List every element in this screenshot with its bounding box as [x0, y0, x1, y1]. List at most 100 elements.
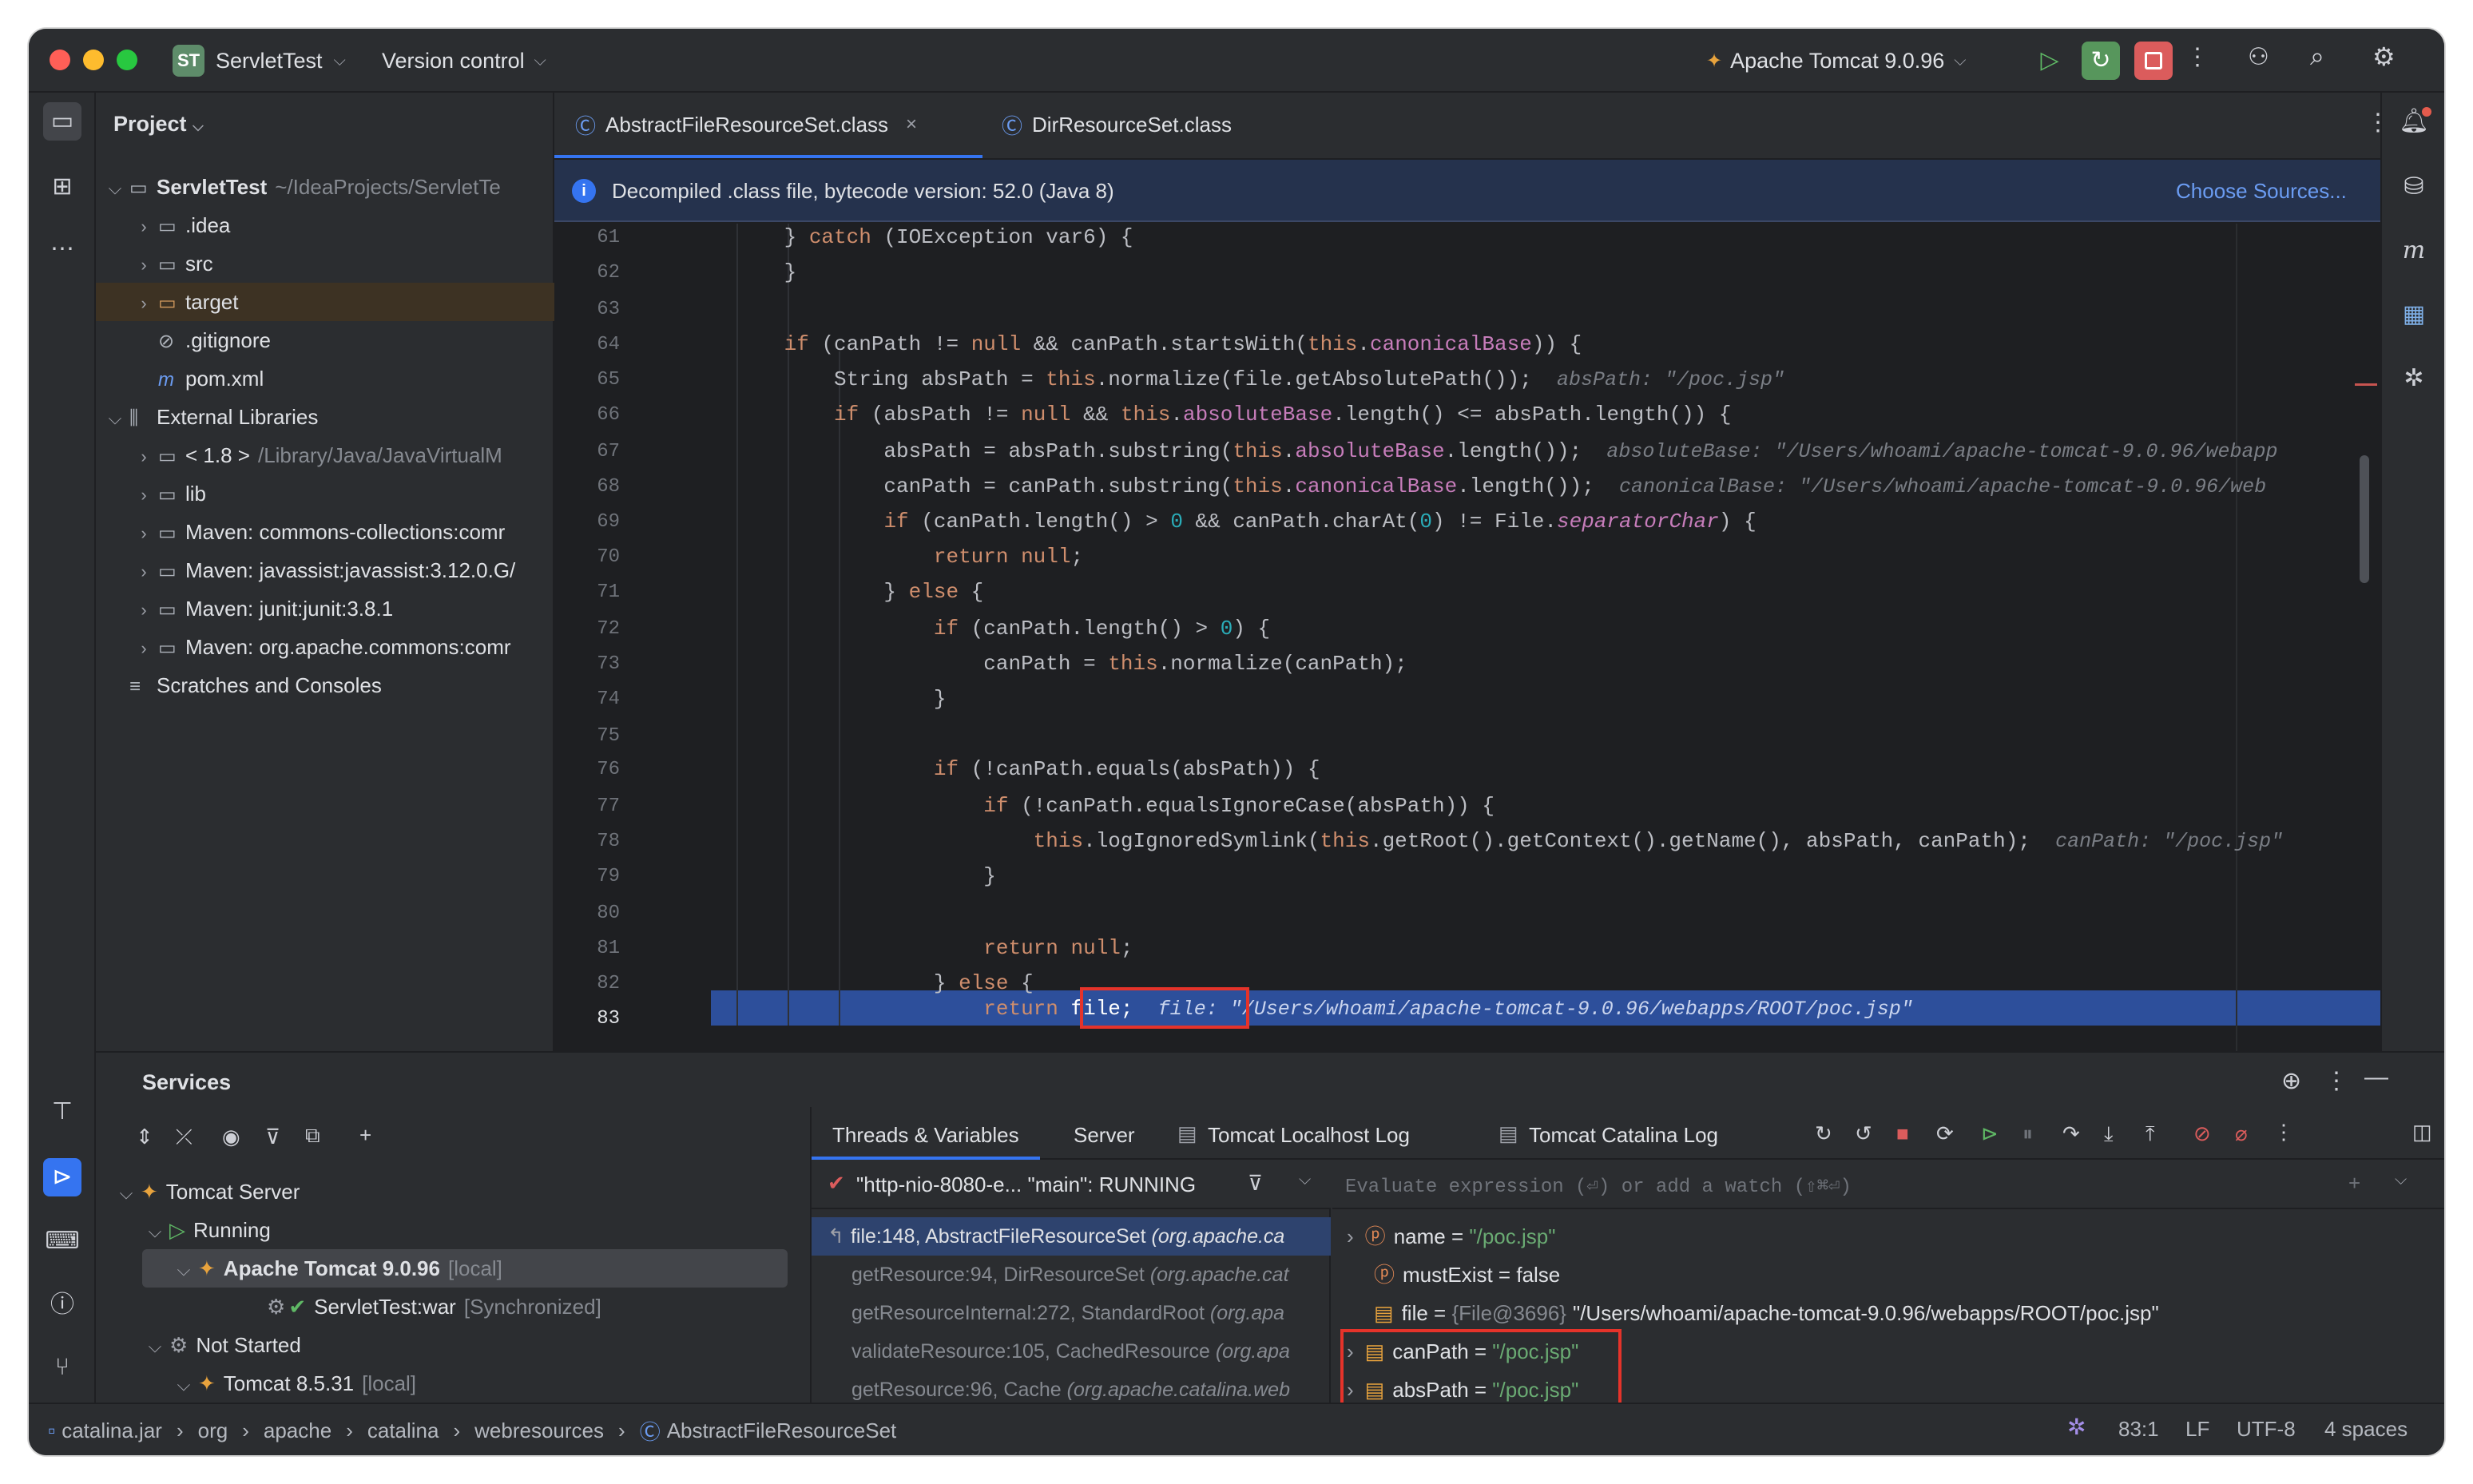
- frame-item[interactable]: validateResource:105, CachedResource (or…: [812, 1332, 1331, 1371]
- frame-item[interactable]: getResourceInternal:272, StandardRoot (o…: [812, 1294, 1331, 1332]
- line-separator[interactable]: LF: [2185, 1417, 2209, 1442]
- filter-icon[interactable]: ⊽: [265, 1125, 280, 1149]
- maven-icon[interactable]: m: [2395, 232, 2433, 270]
- tree-item-artifact[interactable]: ⚙ ✔ ServletTest:war [Synchronized]: [267, 1288, 601, 1326]
- tree-item-gitignore[interactable]: ⊘ .gitignore: [96, 321, 554, 359]
- terminal-icon[interactable]: ⌨: [43, 1222, 81, 1260]
- tab-localhost-log[interactable]: Tomcat Localhost Log: [1208, 1123, 1410, 1148]
- tree-item-tomcat-server[interactable]: ⌵ ✦ Tomcat Server: [112, 1173, 300, 1211]
- evaluate-expression-field[interactable]: Evaluate expression (⏎) or add a watch (…: [1332, 1160, 2444, 1209]
- step-into-icon[interactable]: ⤓: [2104, 1121, 2114, 1147]
- vcs-menu[interactable]: Version control ⌵: [382, 45, 546, 77]
- tree-item-maven-lib[interactable]: › ▭ Maven: junit:junit:3.8.1: [96, 589, 554, 628]
- breadcrumb-item[interactable]: org: [198, 1419, 228, 1443]
- breadcrumb-item[interactable]: webresources: [474, 1419, 604, 1443]
- filter-icon[interactable]: ⊽: [1248, 1171, 1263, 1196]
- minimize-panel-icon[interactable]: —: [2364, 1064, 2388, 1091]
- step-over-icon[interactable]: ↷: [2062, 1121, 2080, 1146]
- project-panel-title[interactable]: Project ⌵: [113, 112, 204, 137]
- tree-item-idea[interactable]: › ▭ .idea: [96, 206, 554, 244]
- more-tools-icon[interactable]: ⋯: [43, 230, 81, 268]
- tree-item-servlettest[interactable]: ⌵ ▭ ServletTest ~/IdeaProjects/ServletTe: [96, 168, 554, 206]
- pause-icon[interactable]: ⏸︎: [2022, 1121, 2033, 1147]
- problems-icon[interactable]: ⓘ: [43, 1286, 81, 1324]
- expand-all-icon[interactable]: ⇕: [136, 1125, 153, 1149]
- tree-item-apache-tomcat[interactable]: ⌵ ✦ Apache Tomcat 9.0.96 [local]: [169, 1249, 502, 1288]
- tree-item-tomcat-8[interactable]: ⌵ ✦ Tomcat 8.5.31 [local]: [169, 1364, 416, 1403]
- structure-icon[interactable]: ⊞: [43, 168, 81, 206]
- editor-scrollbar[interactable]: [2360, 455, 2369, 583]
- stop-button[interactable]: [2134, 42, 2173, 80]
- maximize-window-button[interactable]: [117, 50, 137, 70]
- caret-position[interactable]: 83:1: [2118, 1417, 2159, 1442]
- close-tab-icon[interactable]: ×: [906, 113, 917, 136]
- stop-icon[interactable]: ■: [1896, 1121, 1909, 1146]
- eye-icon[interactable]: ◉: [222, 1125, 240, 1149]
- run-button[interactable]: ▷: [2032, 43, 2067, 78]
- minimize-window-button[interactable]: [83, 50, 104, 70]
- options-icon[interactable]: ⋮: [2324, 1067, 2348, 1095]
- tab-threads-variables[interactable]: Threads & Variables: [832, 1123, 1019, 1148]
- tab-abstractfileresourceset[interactable]: Ⓒ AbstractFileResourceSet.class ×: [575, 93, 917, 157]
- frame-item-selected[interactable]: ↰ file:148, AbstractFileResourceSet (org.…: [812, 1217, 1331, 1256]
- breadcrumb-item[interactable]: catalina: [367, 1419, 439, 1443]
- project-switcher[interactable]: ST ServletTest ⌵: [173, 45, 346, 77]
- tree-item-target[interactable]: › ▭ target: [96, 283, 554, 321]
- ai-status-icon[interactable]: ✲: [2067, 1414, 2086, 1440]
- tree-item-not-started[interactable]: ⌵ ⚙ Not Started: [141, 1326, 301, 1364]
- indent-setting[interactable]: 4 spaces: [2324, 1417, 2408, 1442]
- resume-icon[interactable]: ⊳: [1981, 1121, 1999, 1146]
- tree-item-maven-lib[interactable]: › ▭ Maven: org.apache.commons:comr: [96, 628, 554, 666]
- add-service-icon[interactable]: +: [359, 1123, 371, 1148]
- rerun-icon[interactable]: ↻: [1815, 1121, 1832, 1146]
- database-icon[interactable]: ⛁: [2395, 168, 2433, 206]
- add-user-icon[interactable]: ⚇: [2248, 43, 2269, 71]
- restart-icon[interactable]: ⟳: [1936, 1121, 1954, 1146]
- tree-item-running[interactable]: ⌵ ▷ Running: [141, 1211, 271, 1249]
- build-hammer-icon[interactable]: ⊤: [43, 1093, 81, 1131]
- tree-item-lib[interactable]: › ▭ lib: [96, 474, 554, 513]
- close-window-button[interactable]: [50, 50, 70, 70]
- update-icon[interactable]: ↺: [1855, 1121, 1872, 1146]
- frame-item[interactable]: getResource:94, DirResourceSet (org.apac…: [812, 1256, 1331, 1294]
- breakpoints-icon[interactable]: ⊘: [2193, 1121, 2211, 1146]
- git-branch-icon[interactable]: ⑂: [43, 1348, 81, 1387]
- breadcrumb-item[interactable]: AbstractFileResourceSet: [667, 1419, 897, 1443]
- more-actions-icon[interactable]: ⋮: [2185, 43, 2209, 71]
- choose-sources-link[interactable]: Choose Sources...: [2176, 179, 2347, 204]
- breadcrumb-item[interactable]: catalina.jar: [62, 1419, 162, 1443]
- breadcrumb-item[interactable]: apache: [264, 1419, 331, 1443]
- services-icon[interactable]: ⊳: [43, 1158, 81, 1196]
- calculator-icon[interactable]: ▦: [2395, 296, 2433, 334]
- layout-icon[interactable]: ◫: [2412, 1120, 2432, 1145]
- tab-options-icon[interactable]: ⋮: [2366, 109, 2390, 137]
- tree-item-maven-lib[interactable]: › ▭ Maven: commons-collections:comr: [96, 513, 554, 551]
- tab-dirresourceset[interactable]: Ⓒ DirResourceSet.class: [1002, 93, 1232, 157]
- tree-item-jdk[interactable]: › ▭ < 1.8 > /Library/Java/JavaVirtualM: [96, 436, 554, 474]
- new-tab-icon[interactable]: ⧉: [305, 1123, 320, 1149]
- collapse-all-icon[interactable]: ⤫: [176, 1125, 193, 1150]
- crosshair-icon[interactable]: ⊕: [2281, 1067, 2301, 1095]
- settings-gear-icon[interactable]: ⚙: [2372, 42, 2396, 72]
- ai-assistant-icon[interactable]: ✲: [2395, 359, 2433, 398]
- more-icon[interactable]: ⋮: [2273, 1120, 2294, 1145]
- tab-server[interactable]: Server: [1074, 1123, 1135, 1148]
- thread-selector[interactable]: ✔ "http-nio-8080-e... "main": RUNNING ⊽ …: [812, 1160, 1331, 1209]
- search-icon[interactable]: ⌕: [2310, 42, 2324, 72]
- code-view[interactable]: 61 62 63 64 65 66 67 68 69 70 71 72 73 74 75 76 77 78 79 80…: [554, 224, 2380, 1051]
- tree-item-scratches[interactable]: ≡ Scratches and Consoles: [96, 666, 554, 704]
- update-app-button[interactable]: ↻: [2082, 42, 2120, 80]
- variable-file[interactable]: ▤ file = {File@3696} "/Users/whoami/apache…: [1347, 1294, 2159, 1332]
- variable-mustexist[interactable]: ⓟ mustExist = false: [1347, 1256, 1560, 1294]
- mute-breakpoints-icon[interactable]: ⌀: [2235, 1121, 2248, 1146]
- project-folder-icon[interactable]: ▭: [43, 102, 81, 141]
- chevron-down-icon[interactable]: ⌵: [2395, 1171, 2407, 1189]
- tab-catalina-log[interactable]: Tomcat Catalina Log: [1529, 1123, 1718, 1148]
- tree-item-maven-lib[interactable]: › ▭ Maven: javassist:javassist:3.12.0.G/: [96, 551, 554, 589]
- tree-item-pom[interactable]: m pom.xml: [96, 359, 554, 398]
- file-encoding[interactable]: UTF-8: [2237, 1417, 2296, 1442]
- tree-item-external-libraries[interactable]: ⌵ ⫼ External Libraries: [96, 398, 554, 436]
- run-config-selector[interactable]: ✦ Apache Tomcat 9.0.96 ⌵: [1706, 45, 1966, 77]
- step-out-icon[interactable]: ⤒: [2146, 1121, 2155, 1147]
- variable-name[interactable]: › ⓟ name = "/poc.jsp": [1347, 1217, 1555, 1256]
